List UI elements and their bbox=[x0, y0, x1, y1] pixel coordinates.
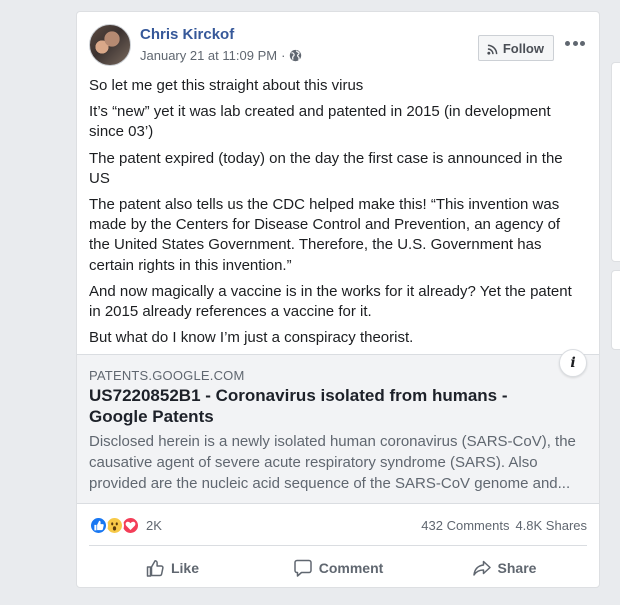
sidebar-card bbox=[611, 270, 620, 350]
share-label: Share bbox=[497, 560, 537, 576]
comment-button[interactable]: Comment bbox=[255, 552, 421, 584]
like-reaction-icon bbox=[89, 515, 108, 535]
meta-separator: · bbox=[281, 48, 286, 63]
comment-icon bbox=[293, 558, 313, 578]
post-card: Chris Kirckof January 21 at 11:09 PM · F… bbox=[76, 11, 600, 588]
post-paragraph: And now magically a vaccine is in the wo… bbox=[89, 282, 572, 321]
comment-count[interactable]: 432 Comments bbox=[421, 518, 509, 533]
reaction-count[interactable]: 2K bbox=[146, 518, 162, 533]
share-button[interactable]: Share bbox=[421, 552, 587, 584]
avatar[interactable] bbox=[89, 24, 131, 66]
post-paragraph: But what do I know I’m just a conspiracy… bbox=[89, 329, 414, 347]
more-options-icon[interactable] bbox=[563, 36, 587, 50]
link-domain: PATENTS.GOOGLE.COM bbox=[89, 368, 245, 383]
post-paragraph: The patent expired (today) on the day th… bbox=[89, 149, 563, 187]
share-count[interactable]: 4.8K Shares bbox=[515, 518, 587, 533]
author-name[interactable]: Chris Kirckof bbox=[140, 26, 234, 43]
like-label: Like bbox=[170, 560, 199, 576]
post-body: So let me get this straight about this v… bbox=[89, 76, 585, 354]
post-header: Chris Kirckof January 21 at 11:09 PM · F… bbox=[89, 24, 587, 68]
link-title[interactable]: US7220852B1 - Coronavirus isolated from … bbox=[89, 385, 569, 427]
comment-label: Comment bbox=[318, 560, 384, 576]
reaction-icons[interactable] bbox=[89, 515, 140, 535]
post-actions: Like Comment Share bbox=[89, 552, 587, 584]
post-timestamp[interactable]: January 21 at 11:09 PM bbox=[140, 48, 277, 63]
divider bbox=[89, 545, 587, 546]
share-icon bbox=[472, 558, 492, 578]
post-meta: January 21 at 11:09 PM · bbox=[140, 48, 302, 63]
link-description: Disclosed herein is a newly isolated hum… bbox=[89, 433, 576, 492]
globe-icon[interactable] bbox=[289, 49, 302, 62]
post-paragraph: The patent also tells us the CDC helped … bbox=[89, 196, 561, 274]
post-paragraph: So let me get this straight about this v… bbox=[89, 77, 364, 94]
info-icon[interactable]: i bbox=[559, 349, 587, 377]
follow-label: Follow bbox=[502, 40, 544, 56]
post-paragraph: It’s “new” yet it was lab created and pa… bbox=[89, 103, 551, 141]
link-preview[interactable]: i PATENTS.GOOGLE.COM US7220852B1 - Coron… bbox=[77, 349, 599, 504]
reactions-bar: 2K 432 Comments 4.8K Shares bbox=[89, 512, 587, 538]
post-stats: 432 Comments 4.8K Shares bbox=[421, 518, 587, 533]
sidebar-card bbox=[611, 62, 620, 262]
rss-icon bbox=[487, 43, 498, 55]
thumbs-up-icon bbox=[145, 558, 165, 578]
follow-button[interactable]: Follow bbox=[477, 35, 554, 61]
like-button[interactable]: Like bbox=[89, 552, 255, 584]
